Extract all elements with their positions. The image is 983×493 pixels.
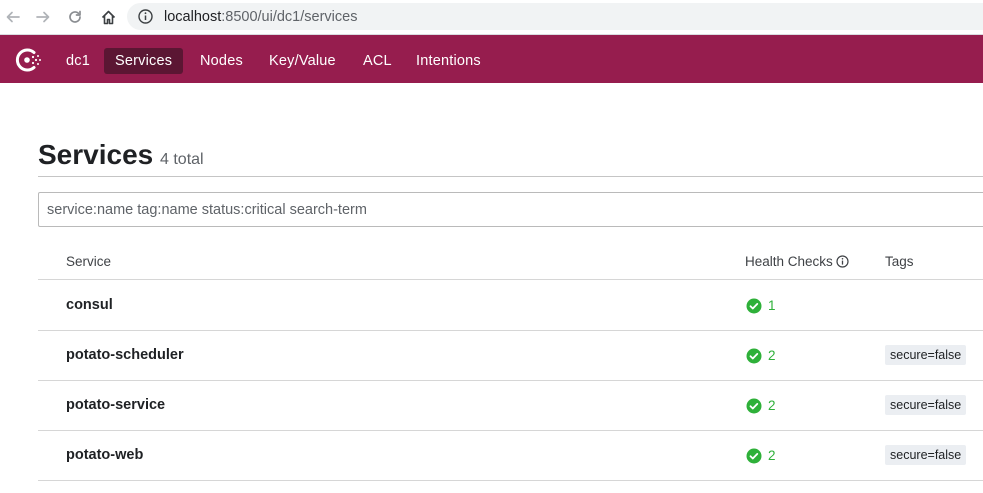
home-button[interactable]	[97, 6, 119, 28]
search-input[interactable]	[39, 193, 983, 226]
consul-logo-icon[interactable]	[13, 45, 43, 75]
health-check-status: 2	[746, 397, 776, 414]
arrow-left-icon	[6, 11, 20, 23]
nav-item-acl[interactable]: ACL	[352, 48, 403, 74]
service-name[interactable]: consul	[66, 297, 113, 314]
service-count: 4 total	[160, 151, 204, 168]
row-divider	[38, 480, 983, 481]
service-tag: secure=false	[885, 395, 967, 415]
passing-count: 2	[768, 448, 776, 463]
home-icon	[101, 10, 115, 24]
passing-count: 2	[768, 348, 776, 363]
service-tag: secure=false	[885, 345, 967, 365]
arrow-right-icon	[36, 11, 50, 23]
column-header-health-checks-label: Health Checks	[745, 254, 833, 269]
health-check-status: 1	[746, 297, 776, 314]
nav-item-key-value[interactable]: Key/Value	[258, 48, 347, 74]
browser-toolbar: localhost:8500/ui/dc1/services	[0, 0, 983, 35]
service-tag: secure=false	[885, 445, 967, 465]
check-circle-icon	[746, 448, 762, 463]
check-circle-icon	[746, 398, 762, 413]
url-text: localhost:8500/ui/dc1/services	[164, 9, 357, 25]
column-header-service[interactable]: Service	[66, 254, 111, 270]
reload-button[interactable]	[64, 6, 86, 28]
table-row[interactable]: potato-web 2 secure=false	[38, 430, 983, 480]
service-name[interactable]: potato-web	[66, 447, 143, 464]
reload-icon	[69, 10, 81, 23]
title-divider	[38, 176, 983, 177]
table-row[interactable]: potato-service 2 secure=false	[38, 380, 983, 430]
search-field-wrapper	[38, 192, 983, 227]
nav-item-nodes[interactable]: Nodes	[189, 48, 254, 74]
url-host: localhost	[164, 9, 222, 25]
service-name[interactable]: potato-scheduler	[66, 347, 184, 364]
nav-item-intentions[interactable]: Intentions	[405, 48, 492, 74]
nav-item-services[interactable]: Services	[104, 48, 184, 74]
address-bar[interactable]: localhost:8500/ui/dc1/services	[127, 3, 983, 30]
table-row[interactable]: potato-scheduler 2 secure=false	[38, 330, 983, 380]
info-icon[interactable]	[836, 255, 849, 268]
forward-button[interactable]	[32, 6, 54, 28]
health-check-status: 2	[746, 447, 776, 464]
page-title: Services	[38, 139, 154, 170]
check-circle-icon	[746, 298, 762, 313]
health-check-status: 2	[746, 347, 776, 364]
column-header-tags: Tags	[885, 254, 914, 269]
check-circle-icon	[746, 348, 762, 363]
info-icon[interactable]	[137, 8, 154, 25]
back-button[interactable]	[2, 6, 24, 28]
passing-count: 2	[768, 398, 776, 413]
table-row[interactable]: consul 1	[38, 280, 983, 330]
passing-count: 1	[768, 298, 776, 313]
url-path: :8500/ui/dc1/services	[221, 9, 358, 25]
column-header-health-checks: Health Checks	[745, 254, 849, 270]
app-navbar: dc1 Services Nodes Key/Value ACL Intenti…	[0, 35, 983, 83]
datacenter-selector[interactable]: dc1	[55, 48, 101, 74]
service-name[interactable]: potato-service	[66, 397, 165, 414]
